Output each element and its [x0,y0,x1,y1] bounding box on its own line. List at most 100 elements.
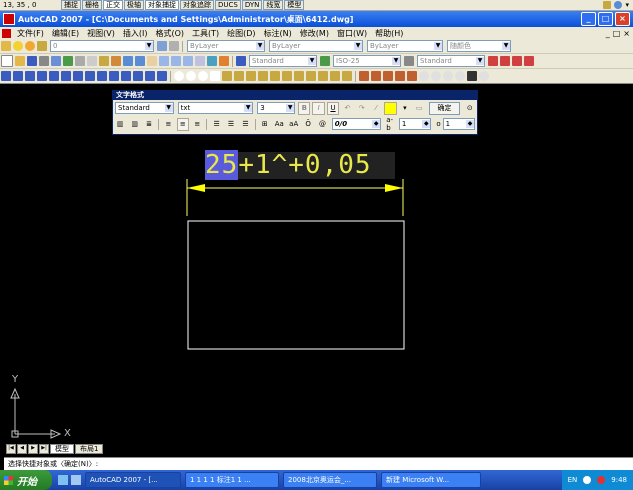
menu-insert[interactable]: 插入(I) [119,28,152,39]
toggle-lineweight[interactable]: 线宽 [263,0,284,10]
undo-icon[interactable] [123,56,133,66]
cylinder-icon[interactable] [270,71,280,81]
lock-layer-icon[interactable] [37,41,47,51]
quick-dim-icon[interactable] [97,71,107,81]
toggle-snap[interactable]: 捕捉 [61,0,81,10]
menu-help[interactable]: 帮助(H) [371,28,407,39]
loft-icon[interactable] [342,71,352,81]
toggle-otrack[interactable]: 对象追踪 [180,0,214,10]
design-center-icon[interactable] [207,56,217,66]
union-icon[interactable] [359,71,369,81]
ordinate-icon[interactable] [37,71,47,81]
realistic-icon[interactable] [455,71,465,81]
cone-icon[interactable] [246,71,256,81]
menu-window[interactable]: 窗口(W) [333,28,371,39]
menu-edit[interactable]: 编辑(E) [48,28,83,39]
angular-icon[interactable] [85,71,95,81]
hidden-icon[interactable] [443,71,453,81]
tab-model[interactable]: 模型 [50,444,74,454]
tab-layout1[interactable]: 布局1 [75,444,104,454]
command-line[interactable]: 选择快捷对象或〈确定(N)〉: [4,457,633,470]
radius-icon[interactable] [49,71,59,81]
tab-prev-icon[interactable]: ◀ [17,444,27,454]
text-style-icon[interactable] [236,56,246,66]
orbit-icon[interactable] [174,71,184,81]
linear-icon[interactable] [1,71,11,81]
antivirus-icon[interactable] [597,476,606,484]
revolve-icon[interactable] [318,71,328,81]
menu-dimension[interactable]: 标注(N) [260,28,296,39]
continue-icon[interactable] [121,71,131,81]
menu-tools[interactable]: 工具(T) [188,28,223,39]
match-properties-icon[interactable] [111,56,121,66]
tool-palettes-icon[interactable] [219,56,229,66]
color-select[interactable]: ByLayer ▼ [187,40,265,52]
aligned-dim-icon[interactable] [512,56,522,66]
radius-dim-icon[interactable] [524,56,534,66]
box-icon[interactable] [222,71,232,81]
publish-icon[interactable] [63,56,73,66]
extrude-icon[interactable] [306,71,316,81]
torus-icon[interactable] [282,71,292,81]
sphere-icon[interactable] [258,71,268,81]
text-style-select[interactable]: Standard ▼ [249,55,317,67]
cut-icon[interactable] [75,56,85,66]
menu-draw[interactable]: 绘图(D) [223,28,259,39]
section-icon[interactable] [407,71,417,81]
layer-select[interactable]: 0 ▼ [50,40,154,52]
minimize-button[interactable]: _ [581,12,596,26]
view-icon[interactable] [186,71,196,81]
task-document-2[interactable]: 2008北京奥运会_... [283,472,377,488]
render-icon[interactable] [210,71,220,81]
slice-icon[interactable] [395,71,405,81]
tab-first-icon[interactable]: |◀ [6,444,16,454]
leader-icon[interactable] [133,71,143,81]
chevron-down-icon[interactable]: ▾ [625,1,629,9]
quicklaunch-ie-icon[interactable] [71,475,81,485]
layer-manager-icon[interactable] [1,41,11,51]
task-autocad[interactable]: AutoCAD 2007 - [... [85,472,181,488]
wedge-icon[interactable] [234,71,244,81]
diameter-icon[interactable] [73,71,83,81]
maximize-button[interactable]: □ [598,12,613,26]
toggle-ducs[interactable]: DUCS [215,0,241,10]
arc-length-icon[interactable] [25,71,35,81]
preview-icon[interactable] [51,56,61,66]
plotstyle-select[interactable]: 随颜色 ▼ [447,40,511,52]
center-mark-icon[interactable] [157,71,167,81]
print-icon[interactable] [39,56,49,66]
jogged-icon[interactable] [61,71,71,81]
make-current-icon[interactable] [169,41,179,51]
wireframe-icon[interactable] [431,71,441,81]
bulb-icon[interactable] [13,41,23,51]
new-icon[interactable] [1,55,13,67]
copy-icon[interactable] [87,56,97,66]
subtract-icon[interactable] [371,71,381,81]
layer-previous-icon[interactable] [157,41,167,51]
task-document-3[interactable]: 新建 Microsoft W... [381,472,481,488]
shade-icon[interactable] [198,71,208,81]
dim-style-icon[interactable] [320,56,330,66]
rectangle-geometry[interactable] [187,220,405,350]
redo-icon[interactable] [135,56,145,66]
tab-next-icon[interactable]: ▶ [28,444,38,454]
toggle-polar[interactable]: 极轴 [124,0,144,10]
language-indicator[interactable]: EN [568,476,578,484]
materials-icon[interactable] [467,71,477,81]
menu-file[interactable]: 文件(F) [13,28,48,39]
sun-icon[interactable] [25,41,35,51]
menu-modify[interactable]: 修改(M) [296,28,333,39]
toggle-ortho[interactable]: 正交 [103,0,123,10]
pan-icon[interactable] [147,56,157,66]
toggle-model[interactable]: 模型 [284,0,305,10]
doc-maximize-button[interactable]: □ [613,29,621,38]
lock-icon[interactable] [603,1,612,9]
paste-icon[interactable] [99,56,109,66]
visual-style-icon[interactable] [419,71,429,81]
drawing-canvas[interactable] [0,84,633,444]
toggle-osnap[interactable]: 对象捕捉 [145,0,179,10]
lights-icon[interactable] [479,71,489,81]
task-document-1[interactable]: 1 1 1 1 标注1 1 ... [185,472,279,488]
doc-minimize-button[interactable]: _ [606,29,610,38]
save-icon[interactable] [27,56,37,66]
